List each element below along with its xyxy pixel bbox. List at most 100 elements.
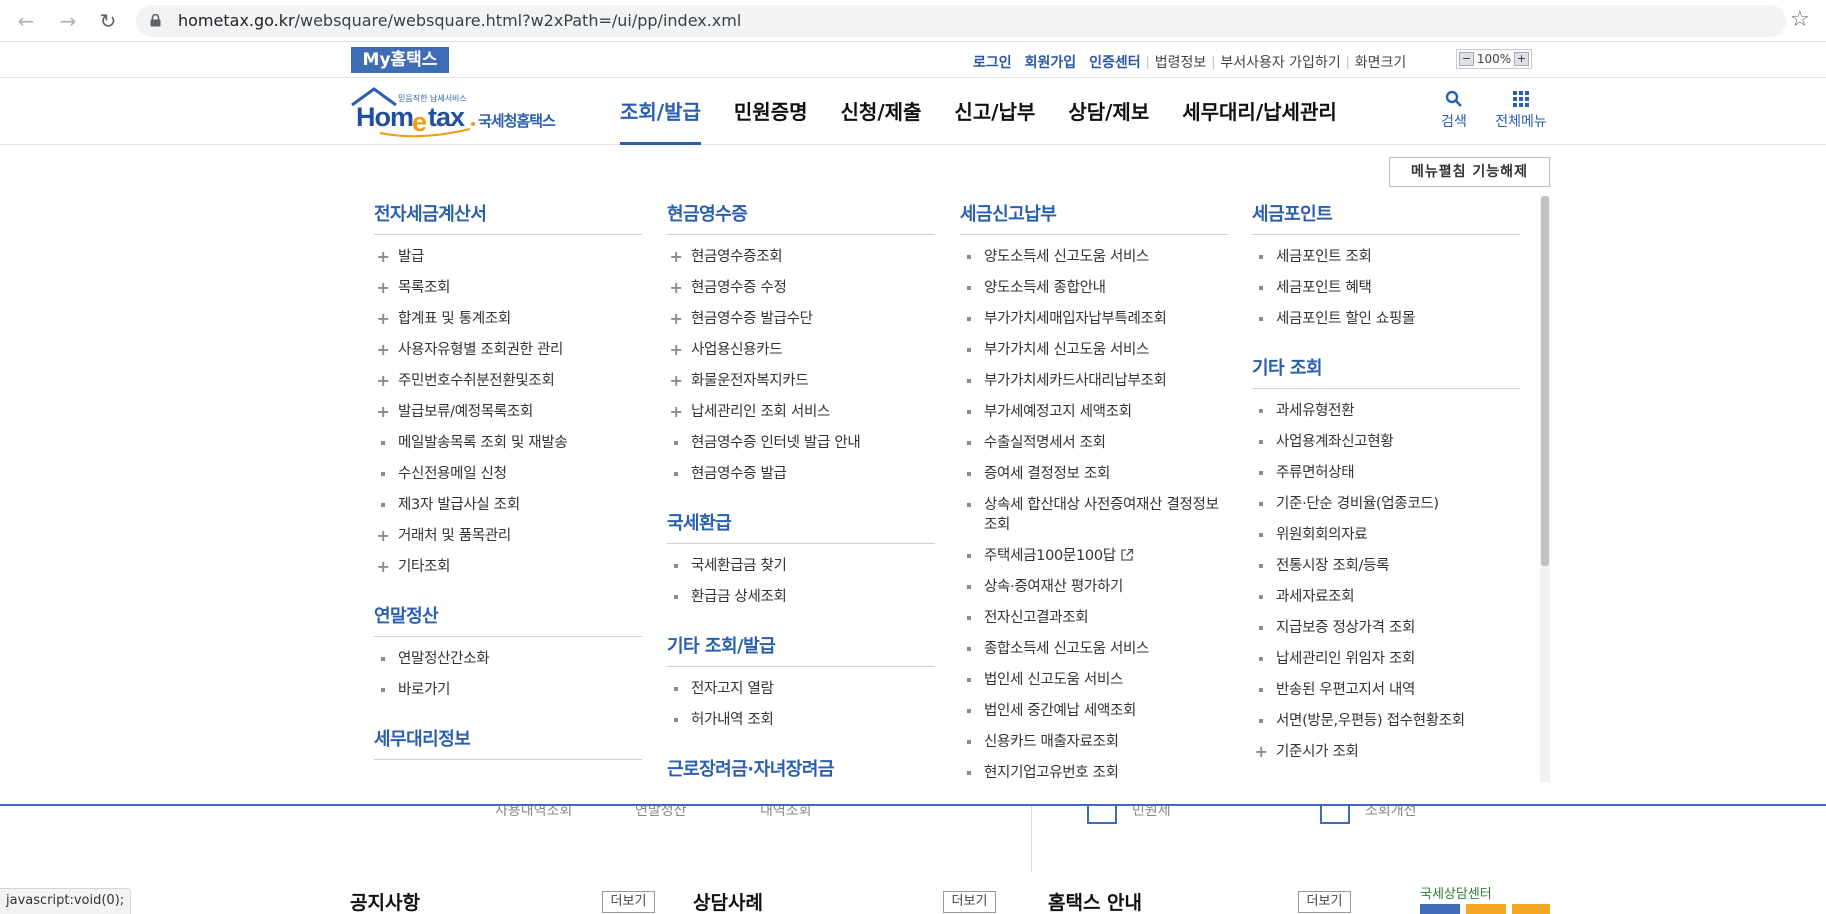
tax-consult-center-logo[interactable]: 국세상담센터 — [1420, 884, 1550, 914]
menu-item[interactable]: 상속·증여재산 평가하기 — [960, 573, 1228, 604]
menu-item[interactable]: + 발급 — [374, 243, 642, 274]
menu-section-title[interactable]: 세금신고납부 — [960, 200, 1228, 235]
menu-section-title[interactable]: 세무대리정보 — [374, 725, 642, 760]
menu-item[interactable]: 상속세 합산대상 사전증여재산 결정정보 조회 — [960, 491, 1228, 542]
menu-item[interactable]: + 현금영수증조회 — [667, 243, 935, 274]
menu-item[interactable]: + 사용자유형별 조회권한 관리 — [374, 336, 642, 367]
forward-arrow-icon[interactable]: → — [56, 9, 80, 33]
menu-item[interactable]: + 납세관리인 조회 서비스 — [667, 398, 935, 429]
menu-item[interactable]: 전자고지 열람 — [667, 675, 935, 706]
tab-tax-agent[interactable]: 세무대리/납세관리 — [1182, 79, 1337, 145]
menu-section-title[interactable]: 국세환급 — [667, 509, 935, 544]
menu-item[interactable]: 기준·단순 경비율(업종코드) — [1252, 490, 1520, 521]
menu-item[interactable]: 법인세 신고도움 서비스 — [960, 666, 1228, 697]
menu-item[interactable]: + 거래처 및 품목관리 — [374, 522, 642, 553]
menu-item[interactable]: 반송된 우편고지서 내역 — [1252, 676, 1520, 707]
menu-item[interactable]: 지급보증 정상가격 조회 — [1252, 614, 1520, 645]
menu-item[interactable]: + 발급보류/예정목록조회 — [374, 398, 642, 429]
menu-item[interactable]: 신용카드 매출자료조회 — [960, 728, 1228, 759]
menu-item[interactable]: + 사업용신용카드 — [667, 336, 935, 367]
menu-item[interactable]: 수신전용메일 신청 — [374, 460, 642, 491]
menu-item[interactable]: 전통시장 조회/등록 — [1252, 552, 1520, 583]
tab-report-pay[interactable]: 신고/납부 — [954, 79, 1035, 145]
quick-link[interactable]: 조회개선 — [1365, 806, 1417, 820]
cert-center-link[interactable]: 인증센터 — [1089, 52, 1141, 72]
menu-section-title[interactable]: 세금포인트 — [1252, 200, 1520, 235]
menu-item[interactable]: 부가가치세카드사대리납부조회 — [960, 367, 1228, 398]
signup-link[interactable]: 회원가입 — [1025, 52, 1077, 72]
menu-item[interactable]: 법인세 중간예납 세액조회 — [960, 697, 1228, 728]
menu-item[interactable]: 양도소득세 신고도움 서비스 — [960, 243, 1228, 274]
dept-user-join-link[interactable]: 부서사용자 가입하기 — [1220, 52, 1340, 72]
menu-item[interactable]: 연말정산간소화 — [374, 645, 642, 676]
menu-item[interactable]: 부가가치세매입자납부특례조회 — [960, 305, 1228, 336]
menu-item[interactable]: 현지기업고유번호 조회 — [960, 759, 1228, 784]
menu-item[interactable]: + 현금영수증 수정 — [667, 274, 935, 305]
menu-item[interactable]: + 화물운전자복지카드 — [667, 367, 935, 398]
counsel-more-button[interactable]: 더보기 — [943, 891, 996, 913]
menu-item[interactable]: 세금포인트 조회 — [1252, 243, 1520, 274]
menu-section-title[interactable]: 기타 조회 — [1252, 354, 1520, 389]
menu-item[interactable]: 주택세금100문100답 — [960, 542, 1228, 573]
tab-civil-certificates[interactable]: 민원증명 — [734, 79, 808, 145]
menu-item[interactable]: + 기준시가 조회 — [1252, 738, 1520, 769]
menu-section-title[interactable]: 연말정산 — [374, 602, 642, 637]
menu-section-title[interactable]: 전자세금계산서 — [374, 200, 642, 235]
menu-item[interactable]: 메일발송목록 조회 및 재발송 — [374, 429, 642, 460]
menu-scrollbar[interactable] — [1540, 196, 1550, 782]
menu-item[interactable]: 부가가치세 신고도움 서비스 — [960, 336, 1228, 367]
search-button[interactable]: 검색 — [1436, 87, 1472, 131]
address-bar[interactable]: hometax.go.kr/websquare/websquare.html?w… — [136, 5, 1786, 37]
menu-item[interactable]: + 기타조회 — [374, 553, 642, 584]
menu-item[interactable]: 주류면허상태 — [1252, 459, 1520, 490]
tab-consult-report[interactable]: 상담/제보 — [1068, 79, 1149, 145]
quick-link[interactable]: 내역조회 — [760, 806, 812, 820]
menu-item[interactable]: 세금포인트 할인 쇼핑몰 — [1252, 305, 1520, 336]
menu-item[interactable]: 위원회회의자료 — [1252, 521, 1520, 552]
guide-more-button[interactable]: 더보기 — [1298, 891, 1351, 913]
quick-link[interactable]: 민원세 — [1132, 806, 1171, 820]
back-arrow-icon[interactable]: ← — [14, 9, 38, 33]
menu-item[interactable]: 현금영수증 인터넷 발급 안내 — [667, 429, 935, 460]
menu-item[interactable]: 증여세 결정정보 조회 — [960, 460, 1228, 491]
menu-section-title[interactable]: 기타 조회/발급 — [667, 632, 935, 667]
menu-item[interactable]: 제3자 발급사실 조회 — [374, 491, 642, 522]
law-info-link[interactable]: 법령정보 — [1155, 52, 1207, 72]
menu-item[interactable]: 전자신고결과조회 — [960, 604, 1228, 635]
scroll-thumb[interactable] — [1541, 196, 1549, 566]
quick-link[interactable]: 연말정산 — [635, 806, 687, 820]
menu-item[interactable]: 바로가기 — [374, 676, 642, 707]
menu-item[interactable]: 수출실적명세서 조회 — [960, 429, 1228, 460]
menu-item[interactable]: 현금영수증 발급 — [667, 460, 935, 491]
notice-more-button[interactable]: 더보기 — [602, 891, 655, 913]
menu-item[interactable]: 양도소득세 종합안내 — [960, 274, 1228, 305]
menu-item[interactable]: + 목록조회 — [374, 274, 642, 305]
menu-item[interactable]: 사업용계좌신고현황 — [1252, 428, 1520, 459]
menu-item[interactable]: 과세자료조회 — [1252, 583, 1520, 614]
menu-item[interactable]: 과세유형전환 — [1252, 397, 1520, 428]
menu-item[interactable]: 세금포인트 혜택 — [1252, 274, 1520, 305]
menu-item[interactable]: 환급금 상세조회 — [667, 583, 935, 614]
bookmark-star-icon[interactable]: ☆ — [1790, 8, 1810, 32]
all-menu-button[interactable]: 전체메뉴 — [1486, 87, 1556, 131]
menu-unfold-disable-button[interactable]: 메뉴펼침 기능해제 — [1389, 157, 1550, 187]
menu-item[interactable]: 국세환급금 찾기 — [667, 552, 935, 583]
zoom-out-button[interactable]: − — [1459, 52, 1474, 66]
hometax-logo[interactable]: 믿음직한 납세서비스 Hom e tax 국세청홈택스 — [350, 83, 575, 141]
menu-item[interactable]: 허가내역 조회 — [667, 706, 935, 737]
login-link[interactable]: 로그인 — [973, 52, 1012, 72]
my-hometax-button[interactable]: My홈택스 — [351, 47, 449, 73]
menu-item[interactable]: 서면(방문,우편등) 접수현황조회 — [1252, 707, 1520, 738]
menu-item[interactable]: 부가세예정고지 세액조회 — [960, 398, 1228, 429]
menu-item[interactable]: 납세관리인 위임자 조회 — [1252, 645, 1520, 676]
reload-icon[interactable]: ↻ — [96, 9, 120, 33]
menu-item[interactable]: + 주민번호수취분전환및조회 — [374, 367, 642, 398]
menu-item[interactable]: + 합계표 및 통계조회 — [374, 305, 642, 336]
tab-apply-submit[interactable]: 신청/제출 — [841, 79, 922, 145]
quick-link[interactable]: 사용내역조회 — [495, 806, 572, 820]
menu-section-title[interactable]: 근로장려금·자녀장려금 — [667, 755, 935, 784]
menu-section-title[interactable]: 현금영수증 — [667, 200, 935, 235]
menu-item[interactable]: + 현금영수증 발급수단 — [667, 305, 935, 336]
zoom-in-button[interactable]: + — [1514, 52, 1529, 66]
menu-item[interactable]: 종합소득세 신고도움 서비스 — [960, 635, 1228, 666]
